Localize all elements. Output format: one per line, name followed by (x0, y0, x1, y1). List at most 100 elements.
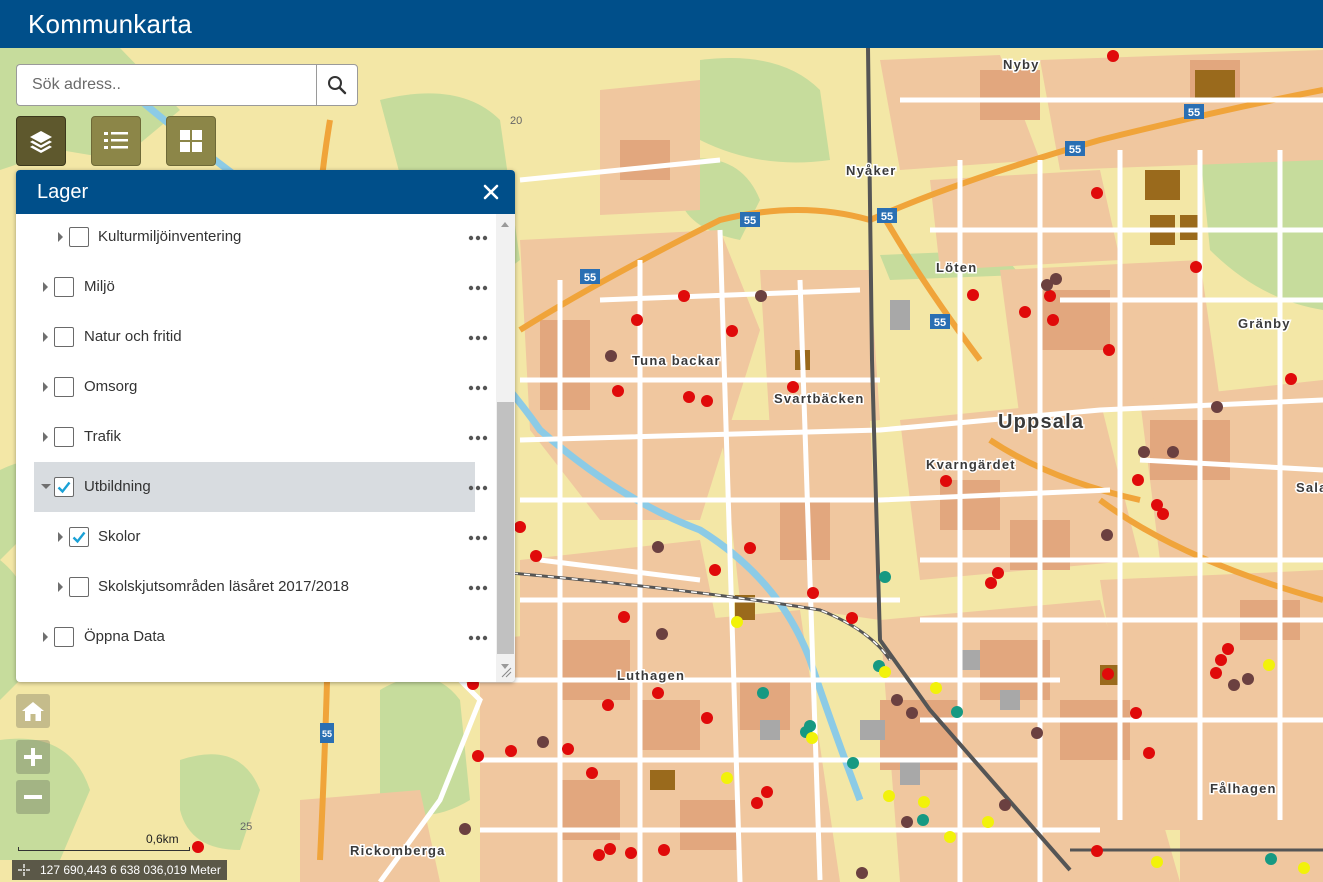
school-marker[interactable] (1167, 446, 1179, 458)
school-marker[interactable] (721, 772, 733, 784)
school-marker[interactable] (1143, 747, 1155, 759)
school-marker[interactable] (1102, 668, 1114, 680)
expand-arrow-icon[interactable] (58, 532, 63, 542)
school-marker[interactable] (930, 682, 942, 694)
more-options-icon[interactable] (467, 228, 489, 248)
legend-button[interactable] (91, 116, 141, 166)
school-marker[interactable] (744, 542, 756, 554)
school-marker[interactable] (757, 687, 769, 699)
school-marker[interactable] (891, 694, 903, 706)
school-marker[interactable] (967, 289, 979, 301)
school-marker[interactable] (683, 391, 695, 403)
layer-item-kulturmiljoinventering[interactable]: Kulturmiljöinventering (34, 212, 488, 262)
school-marker[interactable] (1215, 654, 1227, 666)
layer-checkbox[interactable] (54, 627, 74, 647)
layer-item-skolskjutsomraden[interactable]: Skolskjutsområden läsåret 2017/2018 (34, 562, 488, 612)
school-marker[interactable] (1228, 679, 1240, 691)
school-marker[interactable] (1019, 306, 1031, 318)
school-marker[interactable] (1211, 401, 1223, 413)
school-marker[interactable] (1103, 344, 1115, 356)
expand-arrow-icon[interactable] (43, 282, 48, 292)
scroll-up-icon[interactable] (501, 222, 509, 227)
school-marker[interactable] (652, 541, 664, 553)
school-marker[interactable] (807, 587, 819, 599)
school-marker[interactable] (658, 844, 670, 856)
close-icon[interactable] (481, 182, 501, 202)
layer-checkbox[interactable] (69, 527, 89, 547)
search-input[interactable] (16, 64, 317, 106)
school-marker[interactable] (751, 797, 763, 809)
school-marker[interactable] (562, 743, 574, 755)
school-marker[interactable] (1265, 853, 1277, 865)
school-marker[interactable] (1222, 643, 1234, 655)
school-marker[interactable] (701, 395, 713, 407)
school-marker[interactable] (982, 816, 994, 828)
layer-checkbox[interactable] (69, 227, 89, 247)
school-marker[interactable] (917, 814, 929, 826)
school-marker[interactable] (1190, 261, 1202, 273)
layer-item-skolor[interactable]: Skolor (34, 512, 488, 562)
layer-item-omsorg[interactable]: Omsorg (34, 362, 488, 412)
school-marker[interactable] (761, 786, 773, 798)
home-button[interactable] (16, 694, 50, 728)
layer-checkbox[interactable] (54, 277, 74, 297)
school-marker[interactable] (1101, 529, 1113, 541)
school-marker[interactable] (1151, 856, 1163, 868)
school-marker[interactable] (709, 564, 721, 576)
school-marker[interactable] (602, 699, 614, 711)
school-marker[interactable] (472, 750, 484, 762)
layer-checkbox[interactable] (54, 327, 74, 347)
layer-list-scrollbar[interactable] (496, 214, 515, 682)
zoom-in-button[interactable] (16, 740, 50, 774)
school-marker[interactable] (951, 706, 963, 718)
school-marker[interactable] (656, 628, 668, 640)
layer-item-miljo[interactable]: Miljö (34, 262, 488, 312)
school-marker[interactable] (514, 521, 526, 533)
expand-arrow-icon[interactable] (58, 232, 63, 242)
school-marker[interactable] (459, 823, 471, 835)
more-options-icon[interactable] (467, 578, 489, 598)
more-options-icon[interactable] (467, 428, 489, 448)
school-marker[interactable] (1047, 314, 1059, 326)
expand-arrow-icon[interactable] (43, 432, 48, 442)
basemap-button[interactable] (166, 116, 216, 166)
school-marker[interactable] (605, 350, 617, 362)
more-options-icon[interactable] (467, 478, 489, 498)
school-marker[interactable] (1132, 474, 1144, 486)
school-marker[interactable] (1107, 50, 1119, 62)
school-marker[interactable] (678, 290, 690, 302)
school-marker[interactable] (985, 577, 997, 589)
more-options-icon[interactable] (467, 378, 489, 398)
school-marker[interactable] (505, 745, 517, 757)
school-marker[interactable] (652, 687, 664, 699)
school-marker[interactable] (1044, 290, 1056, 302)
school-marker[interactable] (604, 843, 616, 855)
school-marker[interactable] (1130, 707, 1142, 719)
more-options-icon[interactable] (467, 328, 489, 348)
school-marker[interactable] (999, 799, 1011, 811)
school-marker[interactable] (944, 831, 956, 843)
school-marker[interactable] (940, 475, 952, 487)
school-marker[interactable] (530, 550, 542, 562)
scrollbar-thumb[interactable] (497, 402, 514, 654)
school-marker[interactable] (806, 732, 818, 744)
school-marker[interactable] (537, 736, 549, 748)
more-options-icon[interactable] (467, 528, 489, 548)
zoom-out-button[interactable] (16, 780, 50, 814)
school-marker[interactable] (1138, 446, 1150, 458)
school-marker[interactable] (1298, 862, 1310, 874)
layer-checkbox[interactable] (54, 477, 74, 497)
school-marker[interactable] (1157, 508, 1169, 520)
more-options-icon[interactable] (467, 278, 489, 298)
school-marker[interactable] (726, 325, 738, 337)
school-marker[interactable] (701, 712, 713, 724)
layer-checkbox[interactable] (54, 427, 74, 447)
school-marker[interactable] (612, 385, 624, 397)
collapse-arrow-icon[interactable] (41, 484, 51, 489)
layer-item-natur-och-fritid[interactable]: Natur och fritid (34, 312, 488, 362)
school-marker[interactable] (1041, 279, 1053, 291)
school-marker[interactable] (906, 707, 918, 719)
search-button[interactable] (316, 64, 358, 106)
school-marker[interactable] (755, 290, 767, 302)
school-marker[interactable] (847, 757, 859, 769)
